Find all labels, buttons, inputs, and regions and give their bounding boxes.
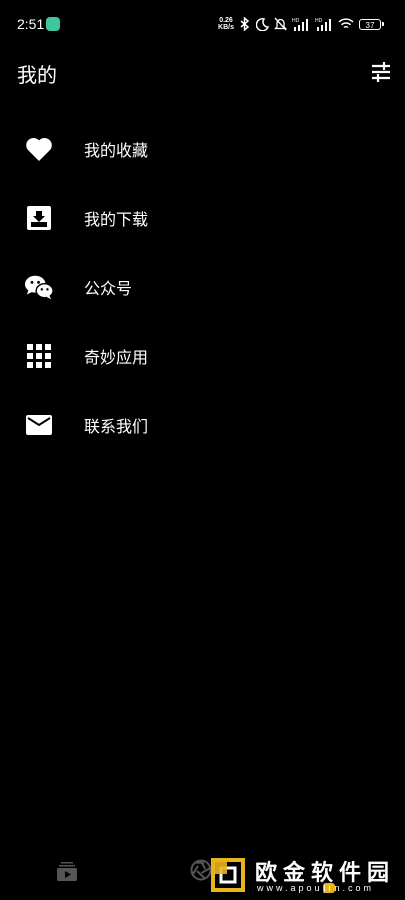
watermark-url-end: n.com (334, 883, 375, 893)
wifi-icon (338, 18, 354, 29)
menu-item-contact-us[interactable]: 联系我们 (0, 390, 405, 459)
svg-text:HD: HD (315, 18, 323, 24)
tab-video[interactable] (57, 861, 77, 881)
watermark-logo-icon (211, 858, 245, 892)
watermark-url: www.apoujin.com (257, 883, 374, 893)
apps-grid-icon (24, 341, 54, 371)
menu-item-label: 联系我们 (84, 416, 149, 436)
menu-item-label: 我的下载 (84, 209, 149, 229)
mail-icon (24, 410, 54, 440)
status-bar: 2:51 0.26 KB/s HD HD 37 (0, 0, 405, 50)
net-speed-unit: KB/s (218, 24, 234, 31)
moon-icon (256, 17, 269, 31)
wechat-icon (24, 272, 54, 302)
watermark-url-mid: apou (290, 883, 323, 893)
download-box-icon (24, 203, 54, 233)
video-library-icon (57, 862, 77, 881)
menu-item-label: 我的收藏 (84, 140, 149, 160)
sliders-icon (372, 62, 390, 82)
menu-item-label: 奇妙应用 (84, 347, 149, 367)
bluetooth-icon (240, 17, 250, 31)
menu-list: 我的收藏 我的下载 公众号 奇妙应用 联系我们 (0, 114, 405, 459)
watermark-url-highlight: ji (322, 883, 335, 893)
menu-item-downloads[interactable]: 我的下载 (0, 183, 405, 252)
status-icons: 0.26 KB/s HD HD 37 (218, 14, 384, 34)
hd-signal-icon: HD (292, 18, 308, 31)
settings-button[interactable] (368, 60, 394, 84)
mute-bell-icon (274, 17, 287, 31)
menu-item-apps[interactable]: 奇妙应用 (0, 321, 405, 390)
menu-item-favorites[interactable]: 我的收藏 (0, 114, 405, 183)
watermark: 欧金软件园 www.apoujin.com (205, 852, 401, 898)
app-notification-icon (46, 17, 60, 31)
heart-icon (24, 134, 54, 164)
net-speed-value: 0.26 (219, 17, 233, 24)
svg-text:HD: HD (292, 18, 300, 24)
battery-icon: 37 (359, 18, 384, 30)
watermark-url-prefix: www. (257, 883, 291, 893)
menu-item-official-account[interactable]: 公众号 (0, 252, 405, 321)
hd-signal-icon: HD (315, 18, 331, 31)
status-time: 2:51 (17, 16, 45, 32)
page-title: 我的 (17, 63, 57, 87)
menu-item-label: 公众号 (84, 278, 133, 298)
net-speed: 0.26 KB/s (218, 17, 234, 31)
